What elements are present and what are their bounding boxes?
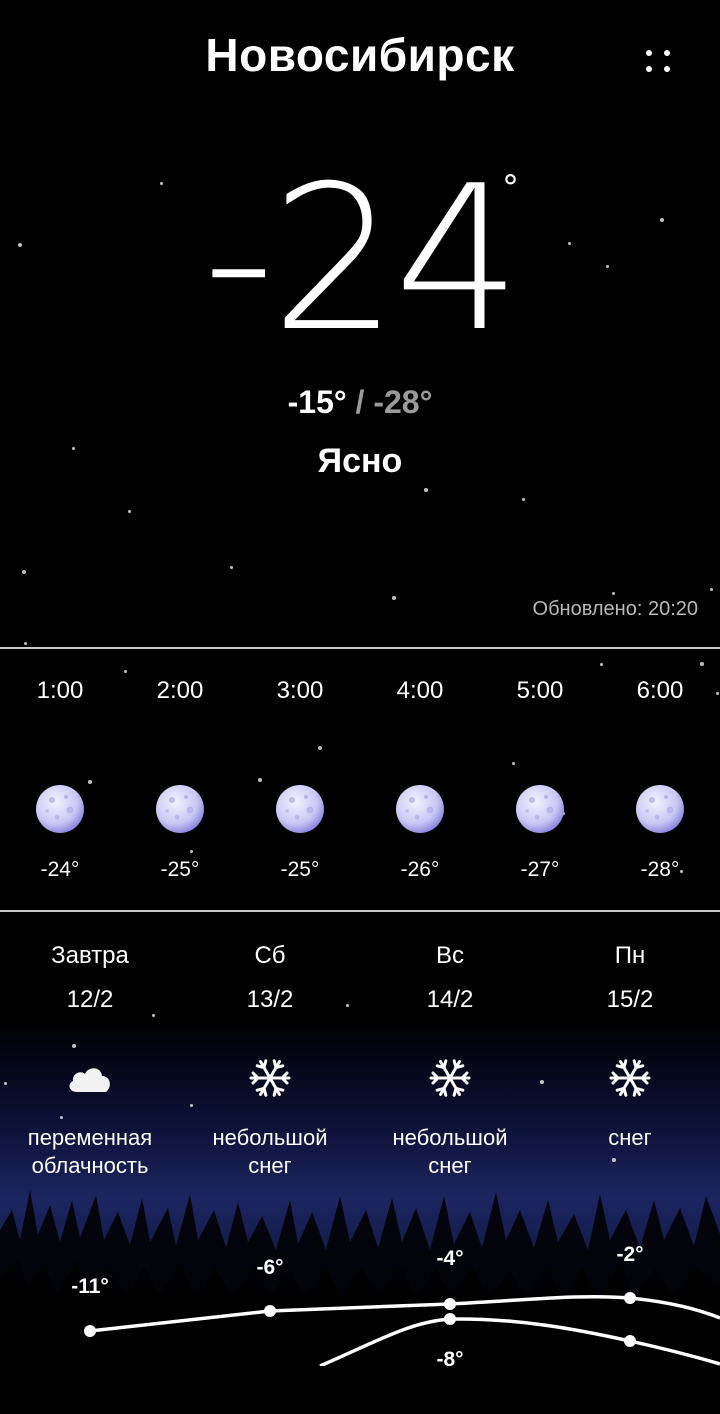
hour-temp: -27° (520, 858, 560, 881)
moon-icon (395, 784, 445, 834)
graph-temp-label: -4° (436, 1247, 463, 1270)
star (700, 662, 704, 666)
menu-dots-button[interactable] (638, 40, 678, 80)
star (152, 1014, 155, 1017)
moon-icon (155, 784, 205, 834)
day-description-line: снег (248, 1153, 292, 1178)
graph-point (624, 1335, 636, 1347)
low-temp: -28° (373, 384, 433, 420)
moon-icon (635, 784, 685, 834)
graph-point (444, 1298, 456, 1310)
updated-time: Обновлено: 20:20 (532, 598, 698, 620)
star (512, 762, 515, 765)
day-description-line: облачность (31, 1153, 149, 1178)
divider-middle (0, 910, 720, 912)
high-low-temps: -15° / -28° (0, 384, 720, 421)
star (258, 778, 262, 782)
hour-temp: -28° (640, 858, 680, 881)
hour-temp: -24° (40, 858, 80, 881)
high-temp: -15° (287, 384, 347, 420)
day-description-line: переменная (27, 1125, 153, 1150)
day-name: Сб (254, 942, 286, 969)
snowflake-icon (360, 1056, 540, 1105)
snowflake-icon (180, 1056, 360, 1105)
degree-symbol: ° (502, 168, 519, 208)
hour-time: 2:00 (156, 677, 204, 704)
day-name: Пн (614, 942, 646, 969)
hour-temp: -25° (160, 858, 200, 881)
star (710, 588, 713, 591)
hour-time: 3:00 (276, 677, 324, 704)
hour-time: 6:00 (636, 677, 684, 704)
star (60, 1116, 63, 1119)
graph-temp-label: -2° (616, 1243, 643, 1266)
graph-point (264, 1305, 276, 1317)
star (318, 746, 322, 750)
day-date: 15/2 (606, 986, 654, 1013)
hour-time: 5:00 (516, 677, 564, 704)
star (24, 642, 27, 645)
hour-time: 4:00 (396, 677, 444, 704)
graph-temp-label: -6° (256, 1256, 283, 1279)
day-description: переменная облачность (0, 1124, 180, 1180)
star (424, 488, 428, 492)
day-date: 14/2 (426, 986, 474, 1013)
hour-time: 1:00 (36, 677, 84, 704)
day-description: небольшой снег (360, 1124, 540, 1180)
divider-top (0, 647, 720, 649)
hour-temp: -25° (280, 858, 320, 881)
day-description-line: небольшой (212, 1125, 328, 1150)
star (124, 670, 127, 673)
temperature-graph: -11° -6° -4° -2° -8° (71, 1243, 720, 1366)
star (190, 850, 193, 853)
star (612, 592, 615, 595)
high-low-separator: / (355, 384, 365, 420)
star (128, 510, 131, 513)
moon-icon (275, 784, 325, 834)
graph-point (444, 1313, 456, 1325)
day-name: Вс (435, 942, 464, 969)
graph-point (624, 1292, 636, 1304)
star (392, 596, 396, 600)
moon-icon (35, 784, 85, 834)
day-description: небольшой снег (180, 1124, 360, 1180)
star (22, 570, 26, 574)
day-description-line: снег (608, 1125, 652, 1150)
weather-condition: Ясно (317, 442, 403, 480)
day-description-line: небольшой (392, 1125, 508, 1150)
star (600, 663, 603, 666)
hour-temp: -26° (400, 858, 440, 881)
day-description-line: снег (428, 1153, 472, 1178)
graph-temp-label: -8° (436, 1348, 463, 1366)
star (230, 566, 233, 569)
day-description: снег (540, 1124, 720, 1152)
star (72, 1044, 76, 1048)
graph-point (84, 1325, 96, 1337)
day-name: Завтра (51, 942, 129, 969)
snowflake-icon (540, 1056, 720, 1105)
current-temperature: -24 (202, 143, 522, 376)
graph-temp-label: -11° (71, 1275, 109, 1298)
cloud-icon (0, 1056, 180, 1101)
star (88, 780, 92, 784)
low-temp-line (319, 1317, 720, 1366)
day-date: 12/2 (66, 986, 114, 1013)
star (522, 498, 525, 501)
city-title[interactable]: Новосибирск (0, 28, 720, 82)
day-date: 13/2 (246, 986, 294, 1013)
moon-icon (515, 784, 565, 834)
